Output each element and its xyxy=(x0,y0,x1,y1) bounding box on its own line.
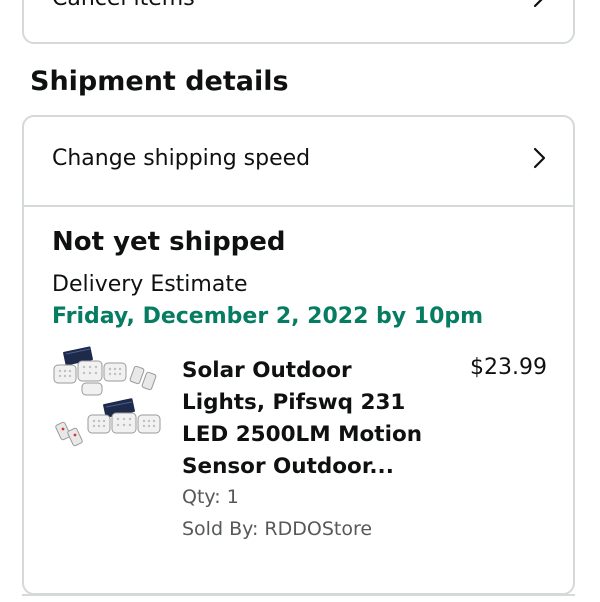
solar-light-product-image[interactable] xyxy=(52,345,162,457)
chevron-right-icon xyxy=(533,147,546,169)
shipment-status: Not yet shipped xyxy=(52,227,286,257)
change-shipping-speed-label: Change shipping speed xyxy=(52,146,311,171)
product-price: $23.99 xyxy=(470,355,547,380)
product-title-link[interactable]: Solar Outdoor Lights, Pifswq 231 LED 250… xyxy=(182,355,432,483)
cancel-items-label: Cancel items xyxy=(52,0,195,11)
product-quantity: Qty: 1 xyxy=(182,486,239,508)
shipment-card: Change shipping speed Not yet shipped De… xyxy=(22,115,575,595)
change-shipping-speed-row[interactable]: Change shipping speed xyxy=(24,117,573,207)
next-card-edge xyxy=(22,594,575,602)
shipment-details-heading: Shipment details xyxy=(30,66,289,97)
product-seller: Sold By: RDDOStore xyxy=(182,518,373,540)
delivery-estimate-date: Friday, December 2, 2022 by 10pm xyxy=(52,304,484,329)
cancel-items-row[interactable]: Cancel items xyxy=(22,0,575,44)
chevron-right-icon xyxy=(533,0,543,8)
delivery-estimate-label: Delivery Estimate xyxy=(52,272,248,297)
